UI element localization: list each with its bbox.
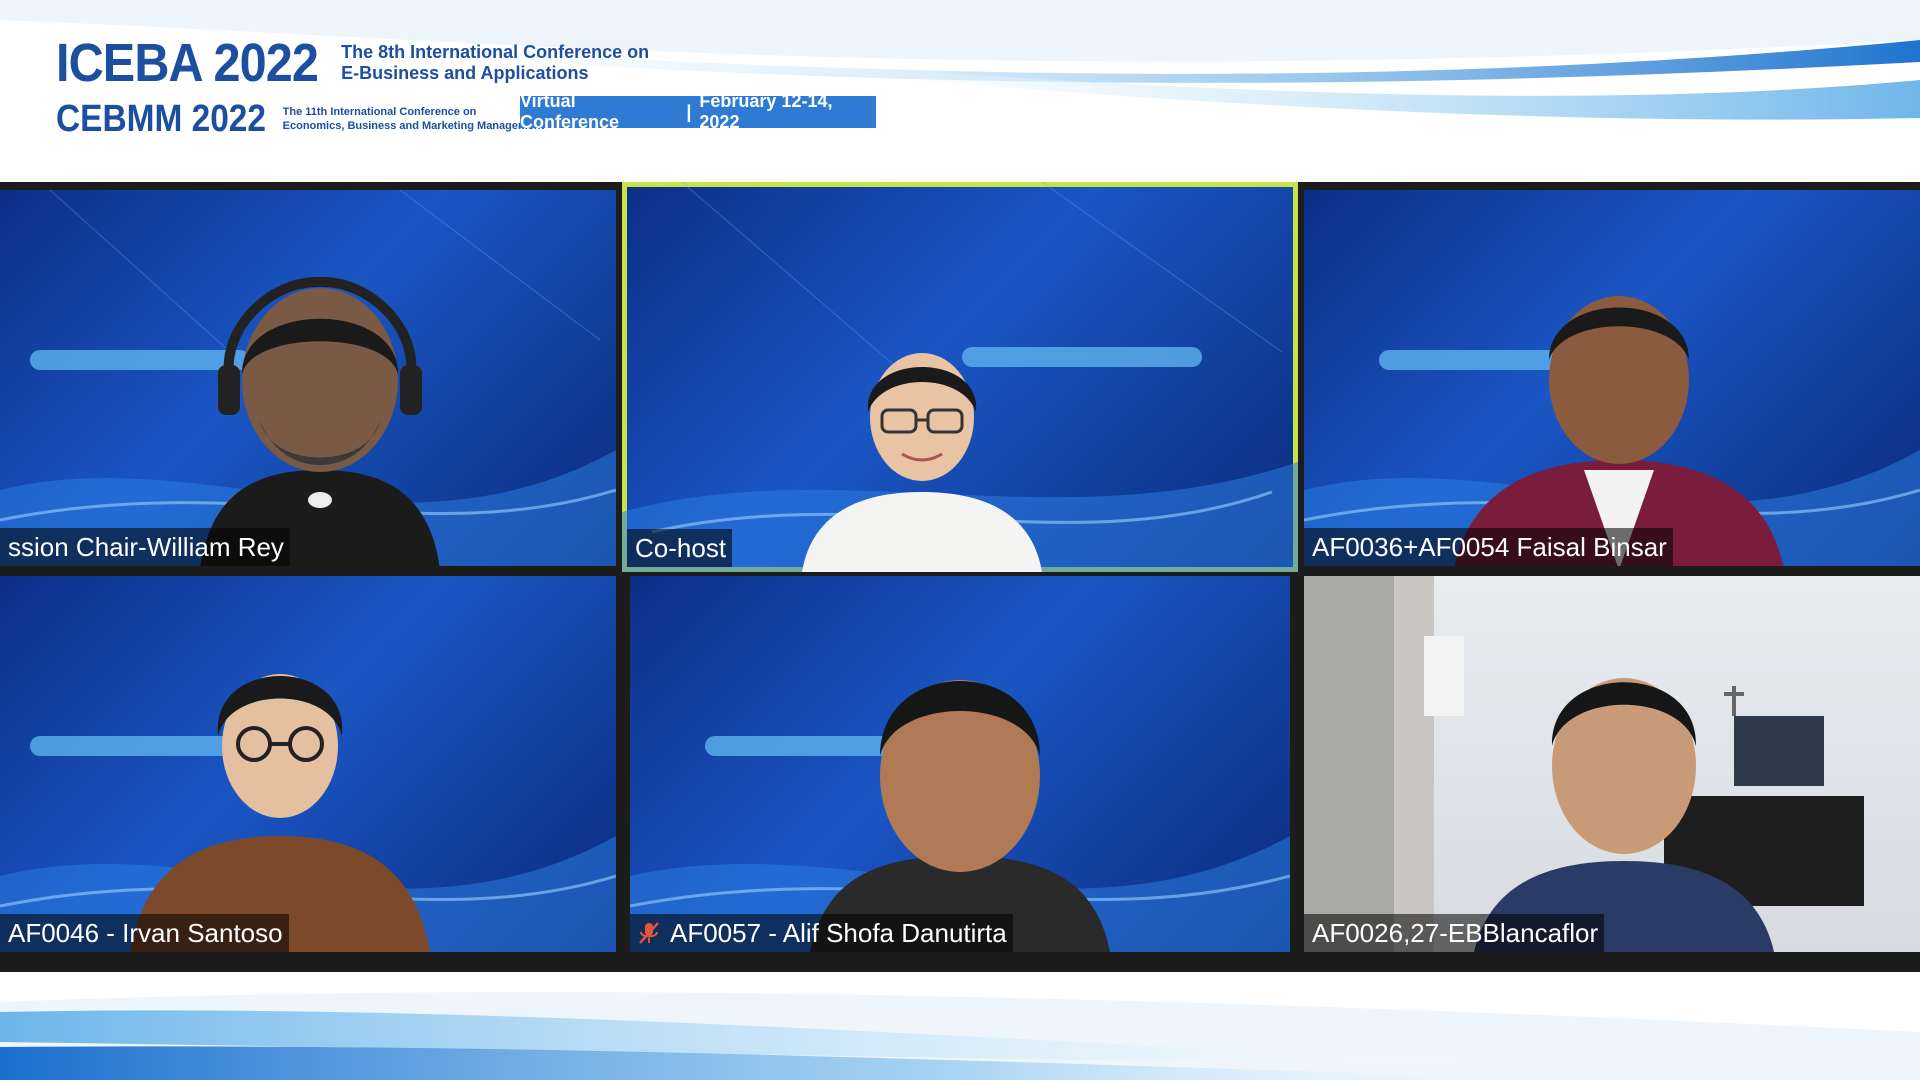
video-gallery: ssion Chair-William Rey Co-host AF0036+A…	[0, 182, 1920, 972]
participant-name: AF0046 - Irvan Santoso	[0, 914, 289, 952]
participant-name: Co-host	[627, 529, 733, 567]
participant-video	[200, 276, 440, 566]
virtual-label: Virtual Conference	[520, 91, 620, 132]
video-tile-6[interactable]: AF0026,27-EBBlancaflor	[1304, 576, 1920, 952]
participant-name: AF0057 - Alif Shofa Danutirta	[670, 918, 1007, 948]
iceba-subtitle-line2: E-Business and Applications	[341, 63, 589, 83]
participant-video	[810, 680, 1110, 952]
video-tile-2-active-speaker[interactable]: Co-host	[622, 182, 1298, 572]
participant-name: AF0036+AF0054 Faisal Binsar	[1304, 528, 1673, 566]
participant-video	[1454, 296, 1784, 566]
participant-video	[130, 674, 430, 952]
cebmm-subtitle: The 11th International Conference on Eco…	[283, 105, 545, 133]
participant-video	[802, 353, 1042, 572]
footer-wave-graphic	[0, 992, 1920, 1080]
microphone-muted-icon	[639, 922, 659, 944]
cebmm-subtitle-line1: The 11th International Conference on	[282, 106, 477, 118]
participant-name: ssion Chair-William Rey	[0, 528, 290, 566]
conference-dates: February 12-14, 2022	[699, 91, 833, 132]
cebmm-subtitle-line2: Economics, Business and Marketing Manage…	[282, 120, 545, 132]
iceba-subtitle: The 8th International Conference on E-Bu…	[341, 42, 649, 84]
iceba-brand: ICEBA 2022 The 8th International Confere…	[56, 36, 649, 90]
video-tile-4[interactable]: AF0046 - Irvan Santoso	[0, 576, 616, 952]
footer-wave-decoration	[0, 972, 1920, 1080]
video-tile-3[interactable]: AF0036+AF0054 Faisal Binsar	[1304, 190, 1920, 566]
iceba-title: ICEBA 2022	[56, 33, 319, 93]
participant-name: AF0026,27-EBBlancaflor	[1304, 914, 1605, 952]
iceba-subtitle-line1: The 8th International Conference on	[341, 42, 650, 62]
video-tile-5[interactable]: AF0057 - Alif Shofa Danutirta	[630, 576, 1290, 952]
cebmm-brand: CEBMM 2022 The 11th International Confer…	[56, 100, 544, 138]
conference-header: ICEBA 2022 The 8th International Confere…	[0, 0, 1920, 180]
virtual-conference-banner: Virtual Conference | February 12-14, 202…	[520, 91, 876, 132]
participant-video	[1474, 678, 1774, 952]
banner-separator: |	[686, 101, 692, 122]
video-tile-1[interactable]: ssion Chair-William Rey	[0, 190, 616, 566]
cebmm-title: CEBMM 2022	[56, 98, 267, 140]
participant-name-with-mute: AF0057 - Alif Shofa Danutirta	[630, 914, 1013, 952]
